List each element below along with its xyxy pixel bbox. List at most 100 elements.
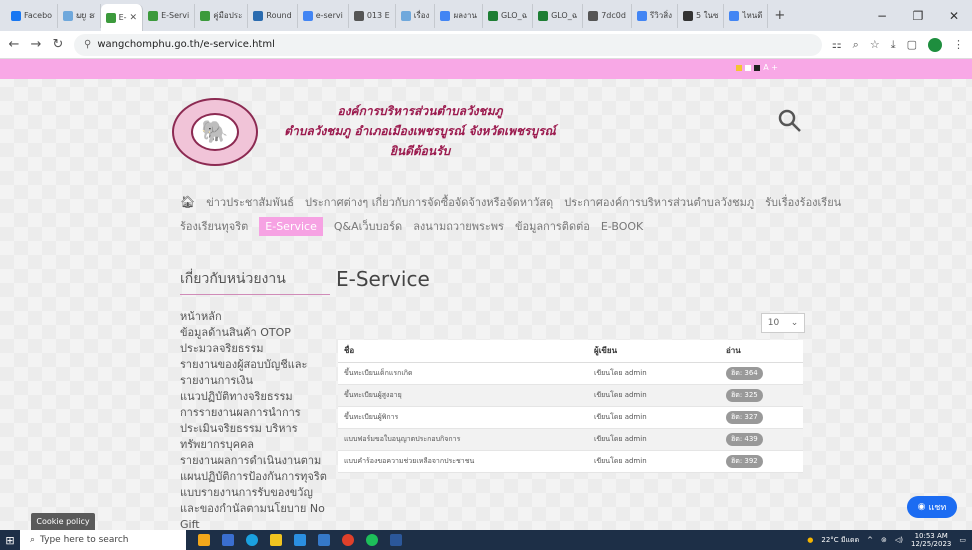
windows-taskbar: ⊞ ⌕ Type here to search ● 22°C มีแดด ^ ⊚… [0, 530, 972, 550]
row-name-link[interactable]: ขึ้นทะเบียนผู้สูงอายุ [338, 384, 588, 407]
search-icon[interactable] [777, 108, 803, 134]
sidebar-link[interactable]: รายงานผลการดำเนินงานตามแผนปฏิบัติการป้อง… [180, 453, 330, 485]
clock-time: 10:53 AM [914, 532, 948, 540]
tray-chevron-icon[interactable]: ^ [867, 536, 873, 544]
menu-item[interactable]: รับเรื่องร้องเรียน [765, 193, 841, 211]
sidebar-link[interactable]: ประมวลจริยธรรม [180, 341, 330, 357]
browser-tab[interactable]: 5 ในซ [678, 3, 725, 28]
menu-item[interactable]: ประกาศองค์การบริหารส่วนตำบลวังชมภู [564, 193, 754, 211]
sidebar-link[interactable]: แนวปฏิบัติทางจริยธรรม [180, 389, 330, 405]
row-name-link[interactable]: แบบฟอร์มขอใบอนุญาตประกอบกิจการ [338, 428, 588, 451]
browser-tab[interactable]: e-servi [298, 3, 349, 28]
menu-item[interactable]: E-Service [259, 216, 323, 236]
back-icon[interactable]: ← [8, 37, 20, 52]
cookie-policy-button[interactable]: Cookie policy [31, 513, 95, 530]
close-window-icon[interactable]: ✕ [936, 9, 972, 23]
col-header-views[interactable]: อ่าน [720, 340, 803, 363]
url-field[interactable]: ⚲ wangchomphu.go.th/e-service.html [74, 33, 822, 56]
chat-button[interactable]: ◉ แชท [907, 496, 957, 518]
opera-icon[interactable] [342, 534, 354, 546]
minimize-icon[interactable]: − [864, 9, 900, 23]
browser-tab[interactable]: 013 E [349, 3, 396, 28]
browser-tab[interactable]: GLO_ฉ [533, 3, 584, 28]
home-icon[interactable]: 🏠︎ [180, 195, 195, 209]
file-explorer-icon[interactable] [270, 534, 282, 546]
store-icon[interactable] [318, 534, 330, 546]
sidepanel-icon[interactable]: ▢ [907, 38, 917, 51]
browser-tab[interactable]: GLO_ฉ [483, 3, 534, 28]
windows-start-icon[interactable]: ⊞ [0, 534, 20, 547]
notification-icon[interactable]: ▭ [959, 536, 966, 544]
menu-kebab-icon[interactable]: ⋮ [953, 38, 964, 51]
menu-item[interactable]: ประกาศต่างๆ เกี่ยวกับการจัดซื้อจัดจ้างหร… [305, 193, 553, 211]
per-page-select[interactable]: 10 ⌄ [761, 313, 805, 333]
new-tab-button[interactable]: + [774, 8, 785, 23]
sidebar-link[interactable]: การรายงานผลการนำการประเมินจริยธรรม บริหา… [180, 405, 330, 453]
hits-badge: ฮิต: 364 [726, 366, 763, 380]
network-icon[interactable]: ⊚ [881, 536, 887, 544]
theme-black-icon[interactable] [754, 64, 761, 71]
address-bar-row: ← → ↻ ⚲ wangchomphu.go.th/e-service.html… [0, 31, 972, 59]
tab-close-icon[interactable]: ✕ [130, 13, 138, 23]
menu-item[interactable]: Q&Aเว็บบอร์ด [334, 217, 402, 235]
restore-icon[interactable]: ❐ [900, 9, 936, 23]
tab-label: 013 E [366, 11, 390, 20]
tab-label: ผลงาน [453, 11, 477, 20]
theme-yellow-icon[interactable] [736, 64, 743, 71]
menu-item[interactable]: ลงนามถวายพระพร [413, 217, 504, 235]
tab-label: Round [266, 11, 292, 20]
browser-tab[interactable]: ไหนดี [724, 3, 769, 28]
mail-icon[interactable] [294, 534, 306, 546]
col-header-author[interactable]: ผู้เขียน [588, 340, 720, 363]
sidebar-link[interactable]: แบบรายงานการรับของขวัญและของกำนัลตามนโยบ… [180, 485, 330, 530]
translate-icon[interactable]: ⚏ [832, 38, 842, 51]
browser-tab[interactable]: E- ✕ [100, 4, 144, 31]
row-name-link[interactable]: ขึ้นทะเบียนผู้พิการ [338, 406, 588, 429]
col-header-name[interactable]: ชื่อ [338, 340, 588, 363]
row-name-link[interactable]: แบบคำร้องขอความช่วยเหลือจากประชาชน [338, 450, 588, 473]
site-info-icon[interactable]: ⚲ [84, 39, 91, 50]
messenger-icon: ◉ [917, 502, 926, 512]
browser-tab[interactable]: ພບູ ຮ [58, 3, 101, 28]
forward-icon[interactable]: → [30, 37, 42, 52]
bookmark-star-icon[interactable]: ☆ [870, 38, 880, 51]
table-row: แบบคำร้องขอความช่วยเหลือจากประชาชน เขียนโ… [338, 450, 803, 473]
font-size-controls[interactable]: A + [763, 63, 778, 72]
browser-tab[interactable]: รีวิวสิ่ง [632, 3, 678, 28]
menu-item[interactable]: E-BOOK [601, 220, 643, 233]
edge-icon[interactable] [246, 534, 258, 546]
browser-tab[interactable]: ผลงาน [435, 3, 483, 28]
clock[interactable]: 10:53 AM 12/25/2023 [911, 532, 951, 548]
theme-white-icon[interactable] [745, 64, 752, 71]
tab-label: e-servi [315, 11, 343, 20]
sidebar-link[interactable]: รายงานของผู้สอบบัญชีและรายงานการเงิน [180, 357, 330, 389]
browser-tab[interactable]: คู่มือประ [195, 3, 249, 28]
reload-icon[interactable]: ↻ [52, 37, 64, 52]
taskbar-app-icon[interactable] [198, 534, 210, 546]
sidebar-link[interactable]: ข้อมูลด้านสินค้า OTOP [180, 325, 330, 341]
row-author: เขียนโดย admin [588, 362, 720, 385]
task-view-icon[interactable] [222, 534, 234, 546]
browser-tab[interactable]: Round [248, 3, 298, 28]
menu-item[interactable]: ข้อมูลการติดต่อ [515, 217, 590, 235]
profile-avatar[interactable] [928, 37, 942, 52]
row-name-link[interactable]: ขึ้นทะเบียนเด็กแรกเกิด [338, 362, 588, 385]
tab-favicon-icon [353, 10, 364, 21]
download-icon[interactable]: ⤓ [891, 38, 896, 52]
browser-tab[interactable]: 7dc0d [583, 3, 632, 28]
toolbar-icons: ⚏ ⌕ ☆ ⤓ ▢ ⋮ [832, 37, 964, 52]
browser-tab[interactable]: Facebo [6, 3, 59, 28]
browser-tab[interactable]: เรื่อง [396, 3, 436, 28]
volume-icon[interactable]: ◁) [895, 536, 903, 544]
taskbar-search[interactable]: ⌕ Type here to search [20, 530, 186, 550]
menu-item[interactable]: ข่าวประชาสัมพันธ์ [206, 193, 294, 211]
word-icon[interactable] [390, 534, 402, 546]
chrome-icon[interactable] [366, 534, 378, 546]
menu-item[interactable]: ร้องเรียนทุจริต [180, 217, 248, 235]
zoom-icon[interactable]: ⌕ [853, 38, 859, 52]
browser-tab[interactable]: E-Servi [143, 3, 196, 28]
weather-text[interactable]: 22°C มีแดด [821, 535, 859, 546]
sidebar-link[interactable]: หน้าหลัก [180, 309, 330, 325]
chat-label: แชท [928, 503, 947, 513]
page-title: E-Service [336, 267, 430, 291]
